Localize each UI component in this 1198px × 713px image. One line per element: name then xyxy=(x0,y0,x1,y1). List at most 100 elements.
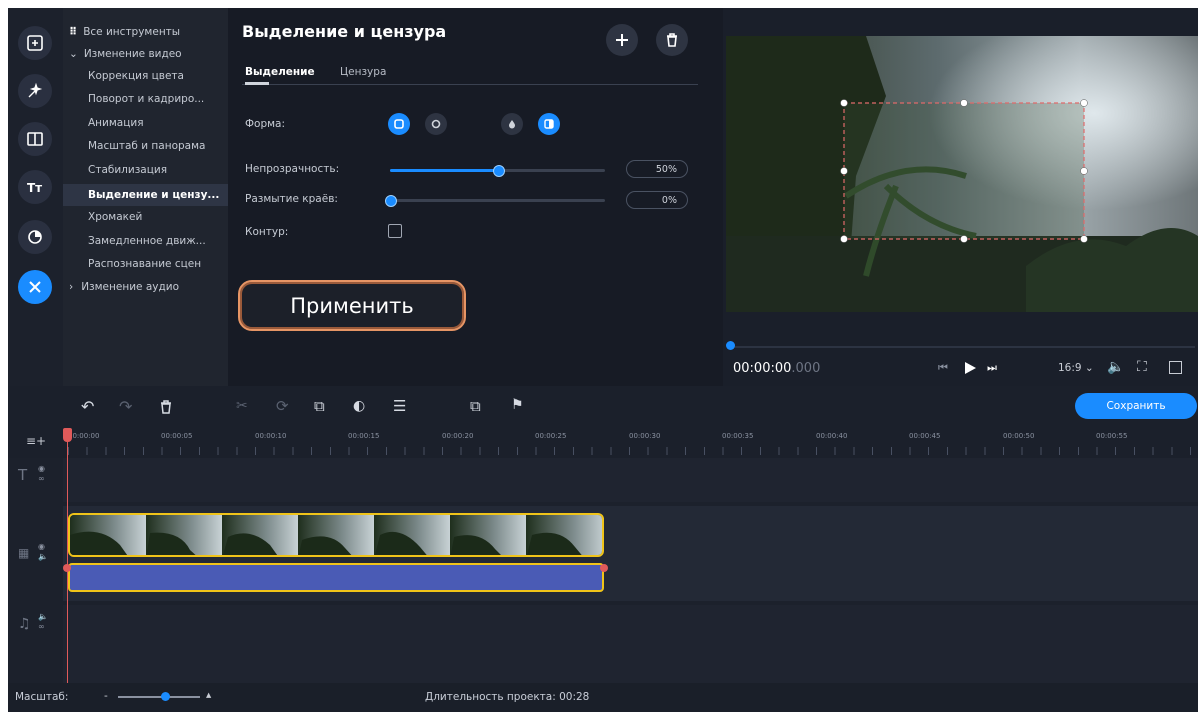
video-track-icon: ▦ xyxy=(18,546,30,560)
opacity-slider[interactable] xyxy=(390,165,605,177)
half-square-icon xyxy=(544,119,554,129)
timeline-playhead[interactable] xyxy=(67,428,68,683)
video-clip[interactable] xyxy=(68,513,604,557)
undo-icon[interactable]: ↶ xyxy=(81,397,94,416)
tool-animation[interactable]: Анимация xyxy=(88,117,144,129)
edge-blur-slider-handle[interactable] xyxy=(385,195,397,207)
ruler-tick-label: 00:00:50 xyxy=(1003,432,1035,440)
opacity-value-box[interactable]: 50% xyxy=(626,160,688,178)
playhead-marker[interactable] xyxy=(63,428,72,442)
apply-button[interactable]: Применить xyxy=(238,280,466,331)
titles-icon[interactable]: Tт xyxy=(18,170,52,204)
audio-waveform-clip[interactable] xyxy=(68,563,604,592)
tool-color-correction[interactable]: Коррекция цвета xyxy=(88,70,184,82)
ruler-tick-label: 00:00:35 xyxy=(722,432,754,440)
more-tools-icon[interactable] xyxy=(18,270,52,304)
fullscreen-icon[interactable]: ⛶ xyxy=(1137,359,1147,375)
volume-icon[interactable]: 🔈 xyxy=(1107,359,1124,375)
timeline-tracks: T ◉ ∞ ▦ ◉ 🔈 ♫ 🔈 ∞ xyxy=(8,428,1198,683)
highlight-mode-button[interactable] xyxy=(538,113,560,135)
edge-blur-slider[interactable] xyxy=(385,195,605,207)
ruler-tick-label: 00:00:05 xyxy=(161,432,193,440)
clip-properties-icon[interactable]: ☰ xyxy=(393,397,406,415)
ruler-tick-label: 00:00:00 xyxy=(68,432,100,440)
stickers-icon[interactable] xyxy=(18,220,52,254)
opacity-label: Непрозрачность: xyxy=(245,163,340,175)
ellipse-shape-button[interactable] xyxy=(425,113,447,135)
rectangle-shape-button[interactable] xyxy=(388,113,410,135)
delete-clip-icon[interactable] xyxy=(160,399,172,418)
next-frame-icon[interactable]: ⏭ xyxy=(987,361,997,375)
timeline-zoom-handle[interactable] xyxy=(161,692,170,701)
tool-slow-motion[interactable]: Замедленное движ... xyxy=(88,235,206,247)
timeline-zoom-slider[interactable] xyxy=(118,696,200,698)
ruler-tick-label: 00:00:45 xyxy=(909,432,941,440)
video-frame xyxy=(726,36,1198,312)
video-clip-thumbnails xyxy=(70,515,602,555)
aspect-ratio-select[interactable]: 16:9 ⌄ xyxy=(1058,362,1094,374)
music-track-mute-icon[interactable]: 🔈 ∞ xyxy=(38,612,48,632)
filters-icon[interactable] xyxy=(18,74,52,108)
tab-censor[interactable]: Цензура xyxy=(340,66,386,78)
tool-rotate-crop[interactable]: Поворот и кадриро... xyxy=(88,93,204,105)
tab-highlight[interactable]: Выделение xyxy=(245,66,315,78)
video-preview-image xyxy=(726,36,1198,312)
music-track[interactable] xyxy=(63,605,1198,683)
playhead-handle[interactable] xyxy=(726,341,735,350)
playback-progress-track[interactable] xyxy=(729,346,1195,348)
plus-icon xyxy=(616,34,628,46)
text-track[interactable] xyxy=(63,458,1198,502)
ruler-tick-label: 00:00:25 xyxy=(535,432,567,440)
save-button[interactable]: Сохранить xyxy=(1075,393,1197,419)
overlay-icon[interactable]: ⧉ xyxy=(470,397,481,415)
project-duration: Длительность проекта: 00:28 xyxy=(425,691,590,703)
tool-scene-detection[interactable]: Распознавание сцен xyxy=(88,258,201,270)
zoom-out-icon[interactable]: - xyxy=(104,690,108,702)
import-icon[interactable] xyxy=(18,26,52,60)
outline-checkbox[interactable] xyxy=(388,224,402,238)
text-track-visibility-icon[interactable]: ◉ ∞ xyxy=(38,464,45,484)
timeline-ruler[interactable]: ≡+ 00:00:00 00:00:05 00:00:10 00:00:15 0… xyxy=(8,428,1198,458)
play-icon[interactable] xyxy=(963,360,977,379)
square-icon xyxy=(394,119,404,129)
tool-pan-zoom[interactable]: Масштаб и панорама xyxy=(88,140,205,152)
video-group-item[interactable]: ⌄ Изменение видео xyxy=(69,48,182,60)
tool-chroma-key[interactable]: Хромакей xyxy=(88,211,142,223)
ruler-tick-label: 00:00:40 xyxy=(816,432,848,440)
panel-title: Выделение и цензура xyxy=(242,22,447,41)
highlight-censor-panel: Выделение и цензура Выделение Цензура Фо… xyxy=(228,8,723,386)
crop-icon[interactable]: ⧉ xyxy=(314,397,325,415)
scale-label: Масштаб: xyxy=(15,691,69,703)
rotate-icon[interactable]: ⟳ xyxy=(276,397,289,415)
color-adjust-icon[interactable]: ◐ xyxy=(353,398,365,414)
clip-end-handle[interactable] xyxy=(600,564,608,572)
delete-button[interactable] xyxy=(656,24,688,56)
shape-label: Форма: xyxy=(245,118,286,130)
ruler-tick-label: 00:00:20 xyxy=(442,432,474,440)
blur-mode-button[interactable] xyxy=(501,113,523,135)
all-tools-item[interactable]: ⠿ Все инструменты xyxy=(69,26,180,38)
tab-indicator xyxy=(245,82,269,85)
tool-stabilization[interactable]: Стабилизация xyxy=(88,164,167,176)
tools-list: ⠿ Все инструменты ⌄ Изменение видео Коррек… xyxy=(63,8,228,386)
add-track-icon[interactable]: ≡+ xyxy=(26,434,46,448)
ruler-tick-label: 00:00:15 xyxy=(348,432,380,440)
video-track-visibility-icon[interactable]: ◉ 🔈 xyxy=(38,542,48,562)
tool-highlight-censor[interactable]: Выделение и цензу... xyxy=(63,184,228,206)
edge-blur-value-box[interactable]: 0% xyxy=(626,191,688,209)
opacity-slider-fill xyxy=(390,169,498,172)
marker-flag-icon[interactable]: ⚑ xyxy=(511,397,524,413)
zoom-in-icon[interactable]: ▴ xyxy=(206,689,211,701)
opacity-slider-handle[interactable] xyxy=(492,165,505,177)
time-display: 00:00:00.000 xyxy=(733,361,821,376)
add-button[interactable] xyxy=(606,24,638,56)
chevron-right-icon: › xyxy=(69,281,74,293)
redo-icon[interactable]: ↷ xyxy=(119,397,132,416)
audio-group-item[interactable]: › Изменение аудио xyxy=(69,281,179,293)
external-preview-icon[interactable] xyxy=(1169,361,1182,374)
svg-text:Tт: Tт xyxy=(27,181,42,195)
text-track-icon: T xyxy=(18,466,28,484)
cut-icon[interactable]: ✂ xyxy=(236,398,248,414)
previous-frame-icon[interactable]: ⏮ xyxy=(938,361,948,375)
transitions-icon[interactable] xyxy=(18,122,52,156)
